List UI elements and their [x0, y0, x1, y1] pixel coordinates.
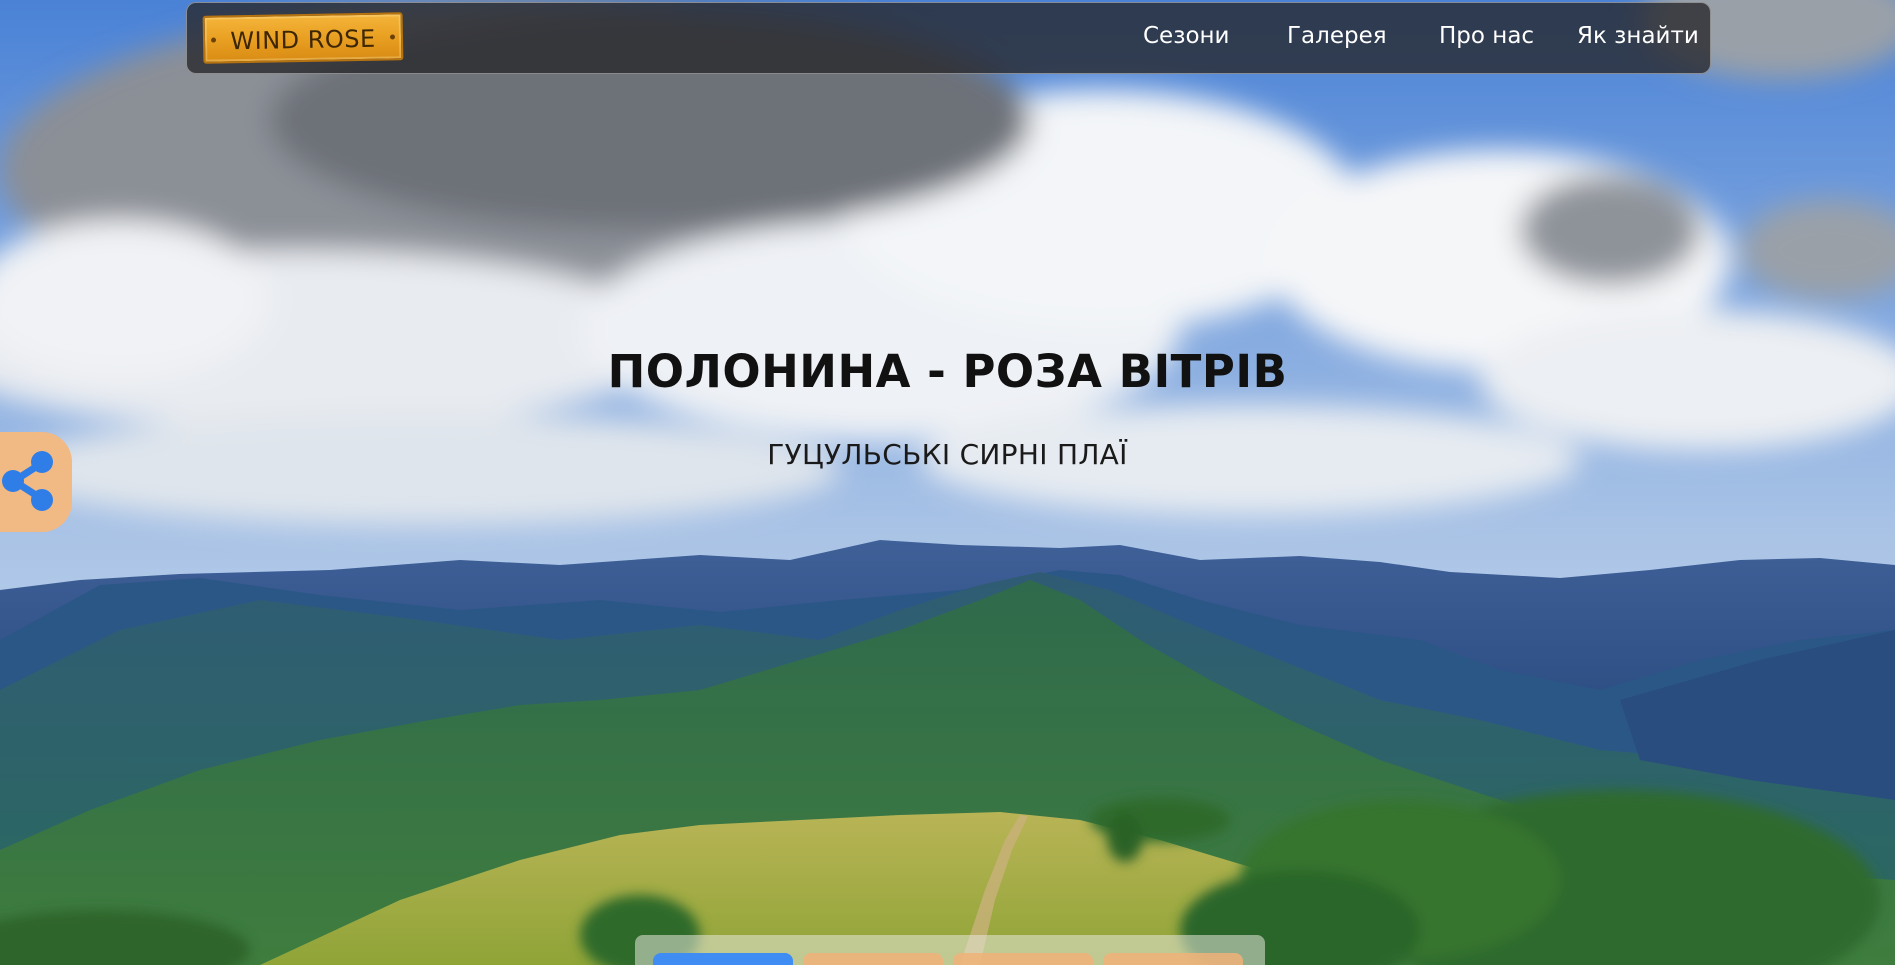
logo-text: WIND ROSE	[230, 24, 376, 56]
nav-item-gallery[interactable]: Галерея	[1287, 23, 1387, 49]
share-button[interactable]	[0, 432, 72, 532]
site-logo[interactable]: WIND ROSE	[202, 12, 404, 64]
nav-item-seasons[interactable]: Сезони	[1143, 23, 1230, 49]
nav-item-about[interactable]: Про нас	[1439, 23, 1534, 49]
share-icon	[2, 451, 53, 511]
panel-tab[interactable]	[803, 953, 943, 965]
panel-tab-active[interactable]	[653, 953, 793, 965]
bottom-control-panel	[635, 935, 1265, 965]
hero-subtitle: ГУЦУЛЬСЬКІ СИРНІ ПЛАЇ	[767, 438, 1128, 471]
panel-tab[interactable]	[953, 953, 1093, 965]
nav-item-location[interactable]: Як знайти	[1577, 23, 1699, 49]
top-navbar: WIND ROSE Сезони Галерея Про нас Як знай…	[186, 2, 1711, 74]
panel-tab[interactable]	[1103, 953, 1243, 965]
hero-background	[0, 0, 1895, 965]
hero-title: ПОЛОНИНА - РОЗА ВІТРІВ	[607, 345, 1288, 398]
